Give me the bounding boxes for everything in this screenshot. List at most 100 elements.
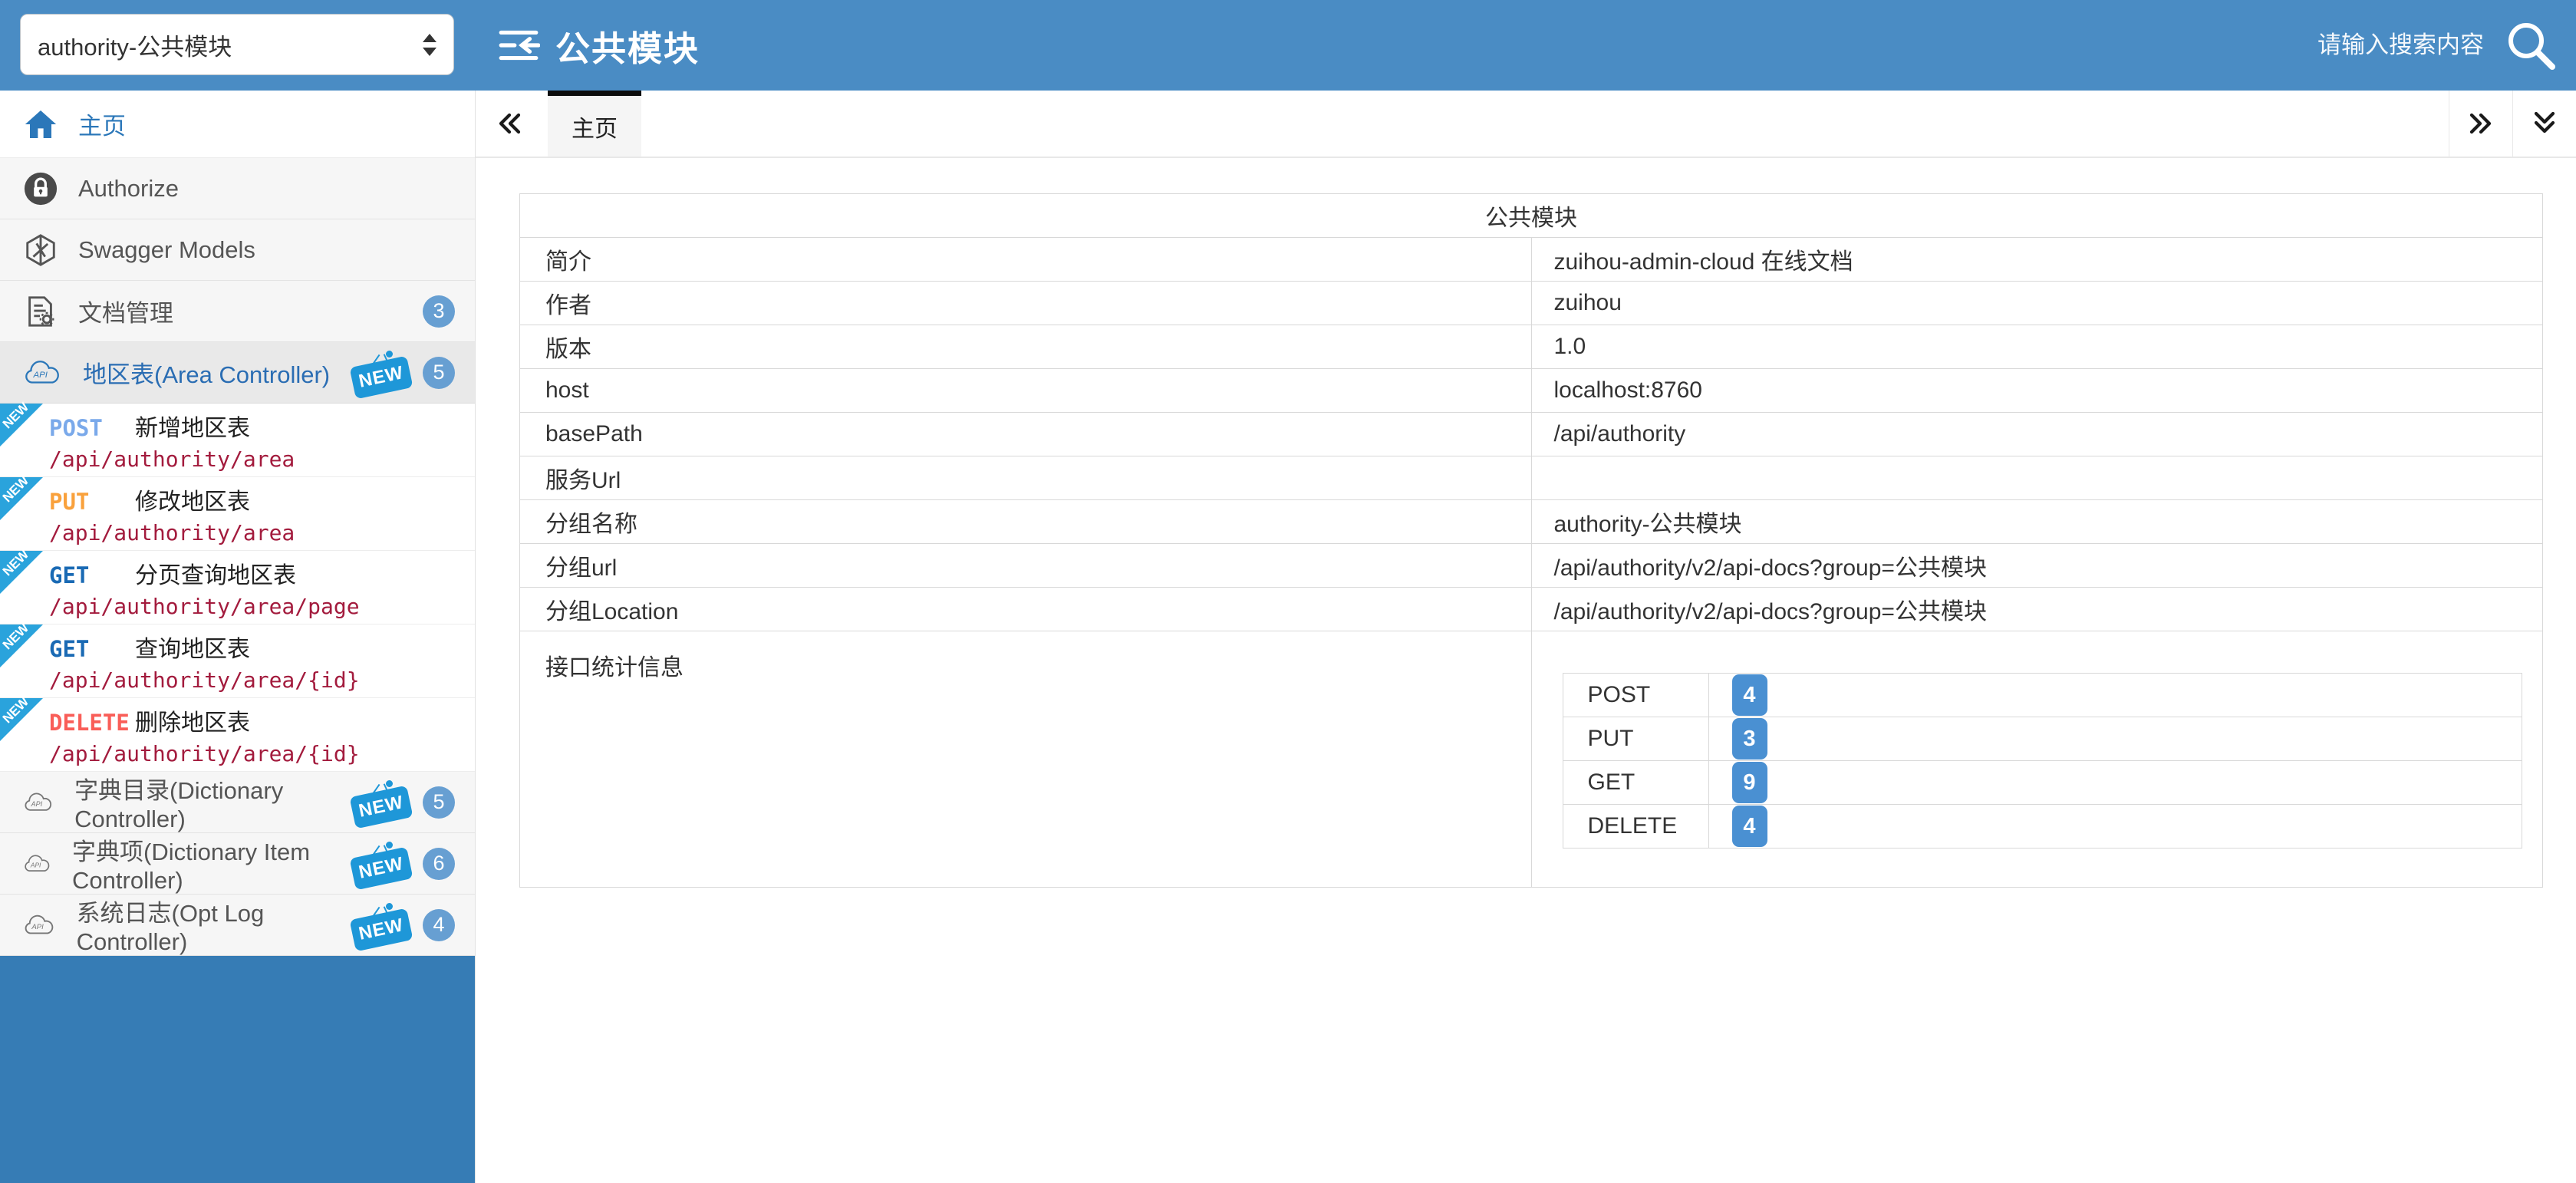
svg-text:API: API bbox=[31, 799, 43, 807]
endpoint-path: /api/authority/area bbox=[49, 520, 475, 545]
svg-text:API: API bbox=[31, 923, 44, 931]
api-group-select[interactable]: authority-公共模块 bbox=[20, 14, 454, 75]
endpoint-path: /api/authority/area bbox=[49, 447, 475, 472]
sidebar-item-dictionary-controller[interactable]: API 字典目录(Dictionary Controller) NEW 5 bbox=[0, 772, 475, 833]
tab-home[interactable]: 主页 bbox=[548, 91, 641, 157]
endpoint-label: 修改地区表 bbox=[135, 483, 250, 516]
table-row: 服务Url bbox=[520, 456, 2543, 500]
new-ribbon-icon: NEW bbox=[0, 404, 43, 447]
info-table-title: 公共模块 bbox=[520, 194, 2543, 238]
sidebar-item-area-controller[interactable]: API 地区表(Area Controller) NEW 5 bbox=[0, 342, 475, 404]
stats-count-badge: 4 bbox=[1732, 806, 1767, 847]
module-info-table: 公共模块 简介 zuihou-admin-cloud 在线文档 作者 zuiho… bbox=[519, 193, 2543, 888]
api-stats-table: POST 4 PUT 3 GET 9 DELETE bbox=[1563, 673, 2523, 849]
tabs-menu-button[interactable] bbox=[2512, 91, 2576, 157]
controller-count-badge: 5 bbox=[423, 357, 455, 389]
main-area: 主页 公共模块 简介 zuihou-admin-cloud 在线文档 作者 bbox=[476, 91, 2576, 1183]
doc-manage-icon bbox=[23, 294, 58, 329]
endpoint-get-area-id[interactable]: NEW GET 查询地区表 /api/authority/area/{id} bbox=[0, 624, 475, 698]
search-icon bbox=[2503, 18, 2558, 73]
api-cloud-icon: API bbox=[23, 849, 52, 878]
new-tag-icon: NEW bbox=[352, 780, 412, 825]
endpoint-list: NEW POST 新增地区表 /api/authority/area NEW P… bbox=[0, 404, 475, 772]
method-label: POST bbox=[49, 415, 135, 441]
sidebar-item-label: 字典目录(Dictionary Controller) bbox=[74, 771, 332, 833]
method-label: DELETE bbox=[49, 710, 135, 736]
home-icon bbox=[23, 107, 58, 142]
new-ribbon-icon: NEW bbox=[0, 551, 43, 594]
new-ribbon-icon: NEW bbox=[0, 624, 43, 667]
stats-count-badge: 4 bbox=[1732, 674, 1767, 716]
method-label: PUT bbox=[49, 489, 135, 515]
sidebar-item-label: 主页 bbox=[78, 107, 126, 141]
collapse-left-icon bbox=[494, 108, 525, 139]
sidebar: 主页 Authorize Swagger Models 文档管理 3 bbox=[0, 91, 476, 1183]
sidebar-item-dictionary-item-controller[interactable]: API 字典项(Dictionary Item Controller) NEW … bbox=[0, 833, 475, 895]
search-area bbox=[2153, 0, 2485, 91]
new-tag-icon: NEW bbox=[352, 903, 412, 947]
endpoint-label: 分页查询地区表 bbox=[135, 556, 296, 590]
endpoint-label: 删除地区表 bbox=[135, 704, 250, 737]
controller-count-badge: 6 bbox=[423, 848, 455, 880]
method-label: GET bbox=[49, 562, 135, 588]
new-tag-icon: NEW bbox=[352, 351, 412, 395]
tabs-scroll-right-button[interactable] bbox=[2449, 91, 2512, 157]
table-row: POST 4 bbox=[1563, 674, 2522, 717]
table-row: DELETE 4 bbox=[1563, 805, 2522, 849]
app-logo: 公共模块 bbox=[497, 0, 700, 91]
table-row: 分组Location /api/authority/v2/api-docs?gr… bbox=[520, 588, 2543, 631]
svg-text:API: API bbox=[30, 861, 41, 868]
table-row: 分组名称 authority-公共模块 bbox=[520, 500, 2543, 544]
api-group-select-value: authority-公共模块 bbox=[38, 28, 232, 62]
sidebar-item-label: 系统日志(Opt Log Controller) bbox=[77, 894, 332, 956]
endpoint-delete-area-id[interactable]: NEW DELETE 删除地区表 /api/authority/area/{id… bbox=[0, 698, 475, 772]
stats-label: 接口统计信息 bbox=[520, 631, 1532, 888]
tab-label: 主页 bbox=[572, 110, 618, 143]
tabs-scroll-left-button[interactable] bbox=[476, 91, 543, 157]
api-cloud-icon: API bbox=[23, 788, 54, 817]
new-ribbon-icon: NEW bbox=[0, 477, 43, 520]
api-cloud-icon: API bbox=[23, 358, 63, 387]
endpoint-label: 新增地区表 bbox=[135, 409, 250, 443]
sidebar-item-label: 字典项(Dictionary Item Controller) bbox=[72, 832, 332, 895]
endpoint-path: /api/authority/area/{id} bbox=[49, 741, 475, 766]
sidebar-item-label: 地区表(Area Controller) bbox=[83, 355, 330, 390]
sidebar-item-label: Authorize bbox=[78, 175, 179, 203]
app-logo-icon bbox=[497, 26, 540, 64]
endpoint-path: /api/authority/area/page bbox=[49, 594, 475, 619]
endpoint-put-area[interactable]: NEW PUT 修改地区表 /api/authority/area bbox=[0, 477, 475, 551]
method-label: GET bbox=[49, 636, 135, 662]
controller-count-badge: 4 bbox=[423, 909, 455, 941]
endpoint-label: 查询地区表 bbox=[135, 630, 250, 664]
controller-count-badge: 5 bbox=[423, 786, 455, 819]
table-row: basePath /api/authority bbox=[520, 413, 2543, 456]
models-icon bbox=[23, 232, 58, 268]
sidebar-filler bbox=[0, 956, 475, 1183]
sidebar-item-doc-manage[interactable]: 文档管理 3 bbox=[0, 281, 475, 342]
endpoint-post-area[interactable]: NEW POST 新增地区表 /api/authority/area bbox=[0, 404, 475, 477]
tab-strip: 主页 bbox=[476, 91, 2576, 158]
endpoint-path: /api/authority/area/{id} bbox=[49, 667, 475, 693]
api-cloud-icon: API bbox=[23, 911, 57, 940]
page-title: 公共模块 bbox=[555, 21, 700, 71]
sidebar-item-opt-log-controller[interactable]: API 系统日志(Opt Log Controller) NEW 4 bbox=[0, 895, 475, 956]
svg-text:API: API bbox=[33, 371, 48, 380]
stats-count-badge: 9 bbox=[1732, 762, 1767, 803]
new-ribbon-icon: NEW bbox=[0, 698, 43, 741]
new-tag-icon: NEW bbox=[352, 842, 412, 886]
sidebar-item-home[interactable]: 主页 bbox=[0, 91, 475, 158]
top-header-bar: authority-公共模块 公共模块 bbox=[0, 0, 2576, 91]
expand-right-icon bbox=[2466, 108, 2496, 139]
search-button[interactable] bbox=[2502, 17, 2559, 74]
endpoint-get-area-page[interactable]: NEW GET 分页查询地区表 /api/authority/area/page bbox=[0, 551, 475, 624]
sidebar-item-label: Swagger Models bbox=[78, 236, 255, 264]
stats-count-badge: 3 bbox=[1732, 718, 1767, 760]
table-row: PUT 3 bbox=[1563, 717, 2522, 761]
search-input[interactable] bbox=[2153, 31, 2485, 60]
table-row: 分组url /api/authority/v2/api-docs?group=公… bbox=[520, 544, 2543, 588]
select-arrows-icon bbox=[423, 34, 436, 56]
table-row: 公共模块 bbox=[520, 194, 2543, 238]
table-row: 版本 1.0 bbox=[520, 325, 2543, 369]
sidebar-item-swagger-models[interactable]: Swagger Models bbox=[0, 219, 475, 281]
sidebar-item-authorize[interactable]: Authorize bbox=[0, 158, 475, 219]
